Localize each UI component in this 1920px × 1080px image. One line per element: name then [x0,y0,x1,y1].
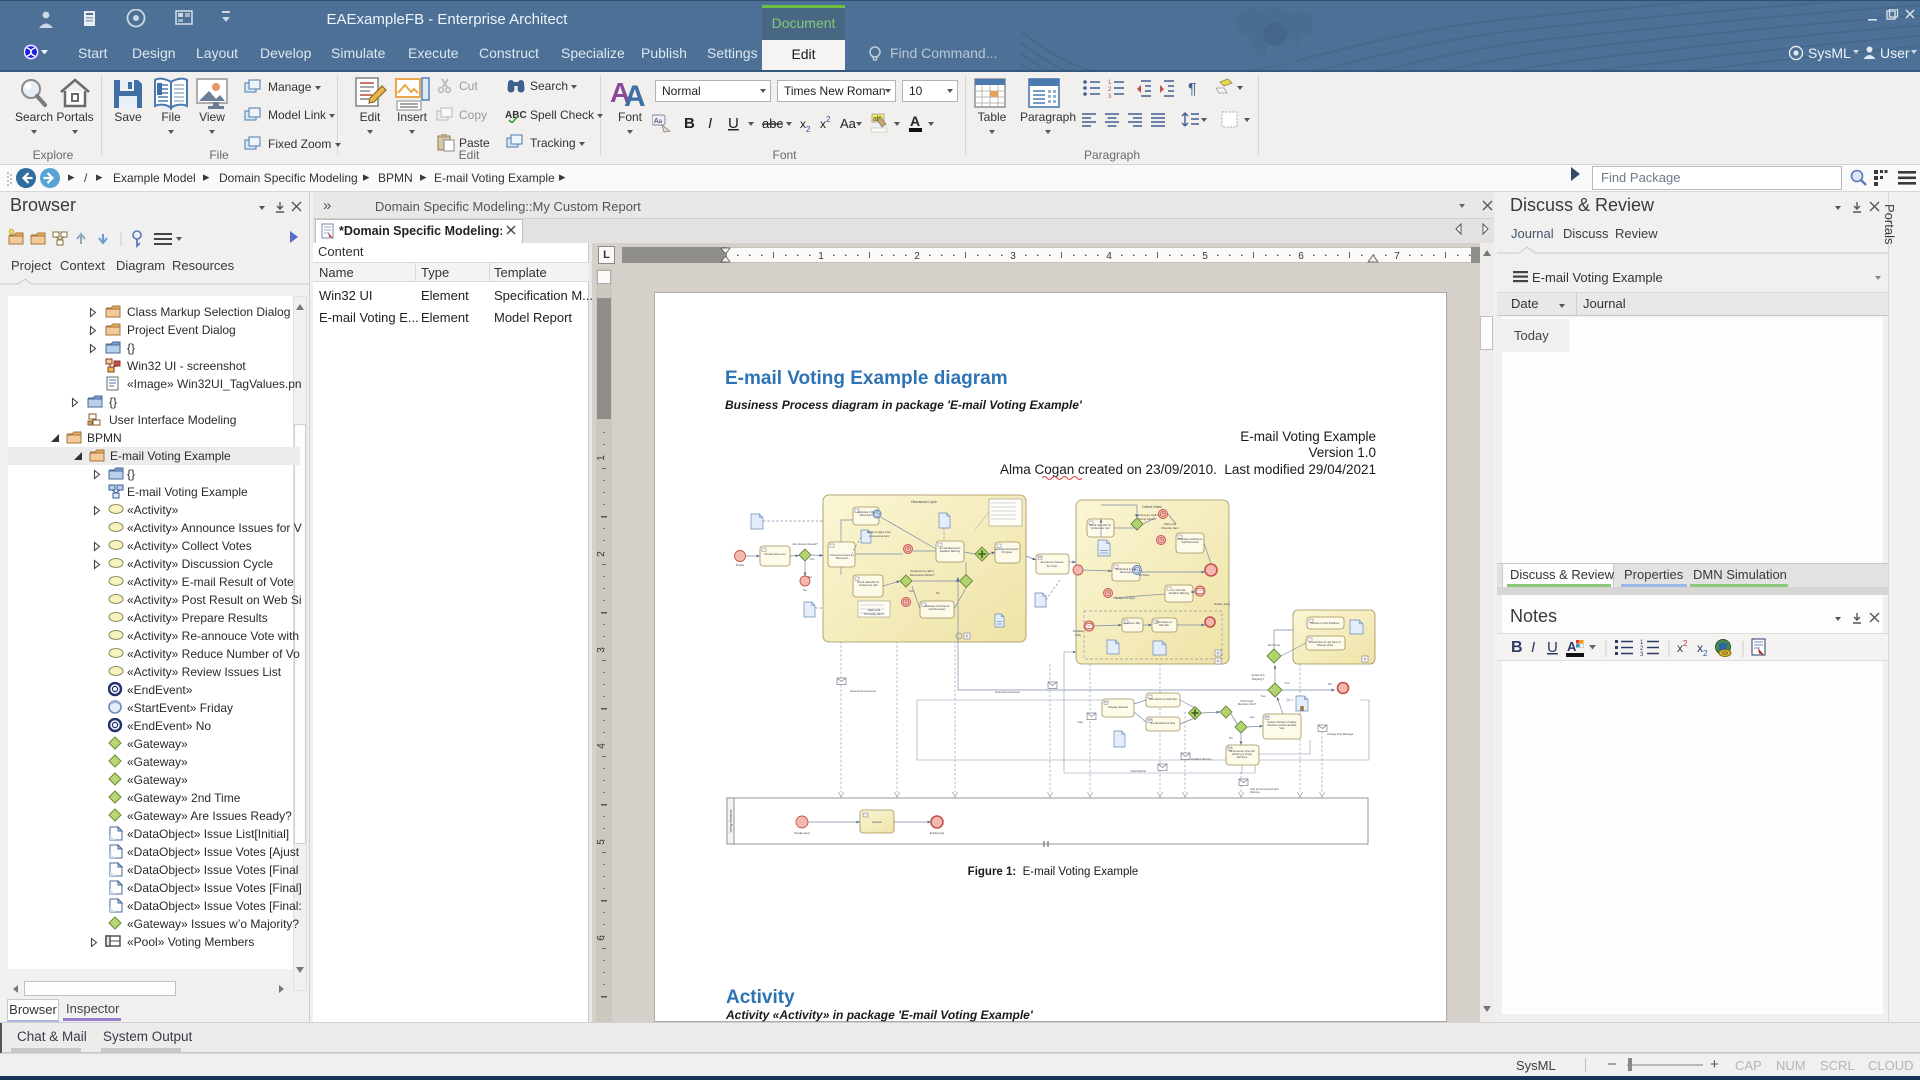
svg-text:2: 2 [1683,639,1688,648]
svg-text:3: 3 [1108,94,1112,98]
svg-text:Announcement: Announcement [869,534,889,538]
svg-text:Deadline Warning: Deadline Warning [1191,757,1212,761]
svg-text:Deadline Warning: Deadline Warning [1169,591,1190,595]
svg-text:Majority?: Majority? [1252,677,1265,681]
svg-text:Vote: Vote [1077,720,1083,724]
svg-text:4: 4 [1106,251,1112,262]
svg-text:Vote Announcement: Vote Announcement [995,690,1020,694]
svg-text:2: 2 [806,125,811,134]
svg-text:Yes: Yes [1285,681,1290,685]
svg-text:for Vote: for Vote [1047,564,1058,568]
svg-text:Discussion: Discussion [836,556,849,560]
svg-text:¶: ¶ [1188,81,1197,98]
svg-text:No: No [803,588,807,592]
svg-text:6: 6 [1298,251,1304,262]
svg-text:E-mail Result of Vote: E-mail Result of Vote [1151,721,1176,725]
svg-text:2: 2 [597,551,607,557]
svg-text:Issue Announcement: Issue Announcement [850,689,876,693]
svg-text:Friday: Friday [736,563,745,567]
svg-text:Collect Votes: Collect Votes [1142,505,1162,509]
svg-text:Conference Call: Conference Call [1091,526,1110,530]
svg-text:End[Loser]: End[Loser] [930,831,945,835]
svg-text:I: I [708,115,712,132]
svg-text:Start[Loser]: Start[Loser] [794,831,810,835]
svg-text:2: 2 [1703,649,1708,657]
svg-text:U: U [728,115,739,132]
svg-text:Change Vote Message: Change Vote Message [1327,732,1354,736]
svg-text:Archive: Archive [872,820,882,824]
svg-text:Call Discussion: Call Discussion [1181,540,1199,544]
svg-text:U: U [1547,639,1558,656]
svg-text:6: 6 [597,935,607,941]
svg-text:2: 2 [1108,87,1112,93]
svg-text:Discussion Cycle: Discussion Cycle [911,500,937,504]
svg-text:Review Issue List: Review Issue List [765,552,786,556]
svg-text:Warning: Warning [1250,790,1260,794]
svg-text:Discussion: Discussion [1120,570,1133,574]
svg-text:14 Days: 14 Days [1138,573,1150,577]
svg-text:2: 2 [914,251,920,262]
svg-text:Members Vote?: Members Vote? [1238,702,1257,706]
svg-text:No: No [1229,736,1233,740]
svg-text:1: 1 [1108,80,1112,86]
svg-text:Thursday 9am?: Thursday 9am? [864,612,885,616]
svg-text:1: 1 [818,251,824,262]
svg-text:A: A [624,80,646,112]
svg-text:call Discussion: call Discussion [928,607,946,611]
svg-text:A: A [1567,639,1577,654]
svg-text:No: No [936,591,940,595]
svg-text:Yes: Yes [810,557,815,561]
svg-text:Members: Members [1237,756,1248,759]
svg-text:Web Site: Web Site [1159,624,1170,627]
svg-text:2: 2 [826,115,831,124]
svg-text:Aa: Aa [840,116,857,131]
svg-text:No: No [808,575,812,579]
svg-text:B: B [1511,639,1523,656]
svg-text:No: No [1328,682,1332,686]
svg-text:Yes: Yes [1250,715,1255,719]
svg-text:Aa: Aa [654,118,663,125]
svg-text:B: B [684,115,695,132]
svg-text:1: 1 [597,455,607,461]
svg-text:7: 7 [1394,251,1400,262]
svg-text:Discussion: Discussion [860,513,873,517]
svg-text:Progress: Progress [1002,550,1013,554]
svg-text:Vote Results: Vote Results [1130,769,1146,773]
svg-text:Monday 9am: Monday 9am [1161,526,1179,530]
svg-text:5: 5 [597,839,607,845]
svg-text:5: 5 [1202,251,1208,262]
svg-text:Debes 1day: Debes 1day [1214,602,1231,606]
svg-text:Change Votes: Change Votes [1317,643,1334,647]
svg-text:Tally: Tally [1075,633,1082,637]
svg-text:Discussion Mode?: Discussion Mode? [910,573,935,577]
svg-text:Reduce to Two Solutions: Reduce to Two Solutions [1311,621,1340,625]
svg-text:A: A [910,113,920,129]
svg-text:Prepare Results: Prepare Results [1108,705,1129,709]
svg-text:Are Issues Ready?: Are Issues Ready? [792,542,818,546]
svg-text:Announce Tally: Announce Tally [1124,622,1142,625]
svg-text:I: I [1531,639,1535,656]
svg-text:3: 3 [597,647,607,653]
svg-text:Conference Call: Conference Call [859,583,878,587]
svg-text:Post Result on Web Site: Post Result on Web Site [1149,697,1178,701]
svg-text:Vote: Vote [1279,727,1285,730]
svg-text:4: 4 [597,743,607,749]
svg-text:Voting Members: Voting Members [729,809,733,832]
svg-text:3: 3 [1010,251,1016,262]
svg-text:Deadline Warning: Deadline Warning [940,549,961,553]
svg-text:Yes: Yes [1261,694,1266,698]
svg-text:abc: abc [762,116,783,131]
svg-text:3: 3 [1640,652,1644,657]
